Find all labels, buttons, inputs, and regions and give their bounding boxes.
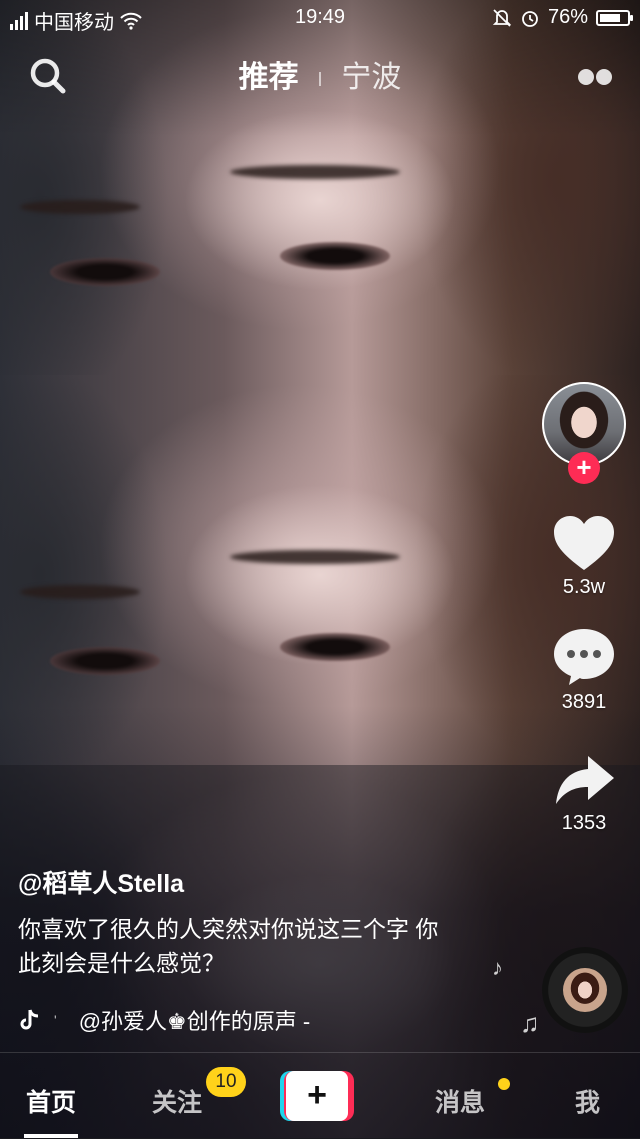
nav-home[interactable]: 首页 xyxy=(26,1083,76,1119)
nav-me[interactable]: 我 xyxy=(575,1083,600,1119)
tab-recommend[interactable]: 推荐 xyxy=(239,61,299,94)
battery-icon xyxy=(596,9,633,26)
like-button[interactable]: 5.3w xyxy=(538,514,630,599)
follow-button[interactable]: + xyxy=(568,452,600,484)
music-disc[interactable] xyxy=(542,947,628,1033)
alarm-icon xyxy=(522,10,538,27)
tab-divider xyxy=(319,72,321,87)
heart-icon[interactable] xyxy=(552,514,616,572)
tab-city[interactable]: 宁波 xyxy=(341,61,401,94)
bottom-nav: 首页 关注 10 + 消息 我 xyxy=(0,1052,640,1139)
music-title[interactable]: @孙爱人♚创作的原声 - xyxy=(79,1004,311,1036)
like-count: 5.3w xyxy=(562,576,606,598)
author-avatar[interactable]: + xyxy=(542,382,626,484)
comment-icon[interactable] xyxy=(552,627,616,687)
music-cover xyxy=(563,968,607,1012)
comment-button[interactable]: 3891 xyxy=(538,627,630,714)
share-count: 1353 xyxy=(561,812,607,834)
top-nav: 推荐 宁波 xyxy=(0,44,640,104)
add-label: + xyxy=(286,1071,348,1121)
message-dot xyxy=(498,1078,510,1090)
battery-percent: 76% xyxy=(547,6,588,28)
home-indicator xyxy=(24,1134,78,1138)
comment-count: 3891 xyxy=(561,691,607,713)
share-icon[interactable] xyxy=(552,754,616,808)
nav-following[interactable]: 关注 xyxy=(152,1083,202,1119)
author-name[interactable]: @稻草人Stella xyxy=(18,864,184,900)
mute-icon xyxy=(492,8,512,27)
tiktok-logo-icon xyxy=(20,1009,39,1030)
music-note-icon: ♫ xyxy=(520,1008,540,1038)
video-caption: 你喜欢了很久的人突然对你说这三个字 你此刻会是什么感觉？ xyxy=(18,916,439,976)
action-rail: + 5.3w 3891 1353 xyxy=(538,382,630,835)
nav-messages[interactable]: 消息 xyxy=(435,1083,485,1119)
more-dots-icon[interactable] xyxy=(578,66,616,86)
following-badge: 10 xyxy=(206,1067,246,1097)
music-row[interactable]: ' @孙爱人♚创作的原声 - xyxy=(18,1004,310,1036)
add-video-button[interactable]: + xyxy=(280,1071,354,1121)
music-note-icon: ♪ xyxy=(492,955,503,980)
share-button[interactable]: 1353 xyxy=(538,754,630,835)
status-bar: 中国移动 19:49 76% xyxy=(0,0,640,34)
